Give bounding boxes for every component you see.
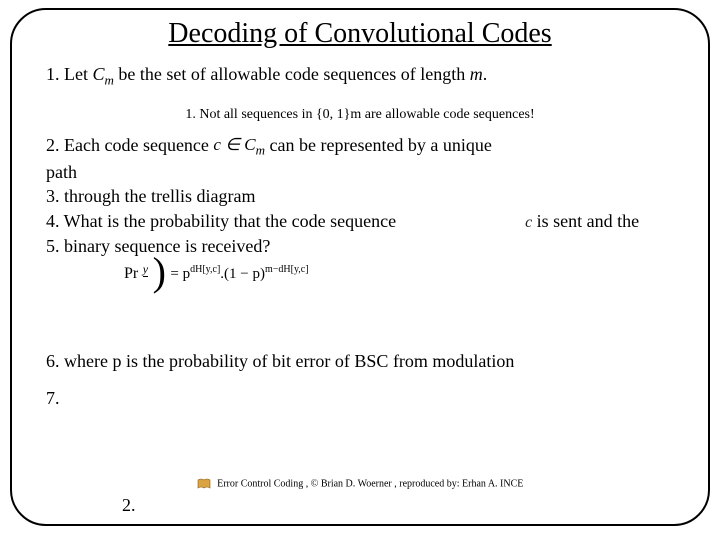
- footer-reproduced: reproduced by: Erhan A. INCE: [399, 478, 523, 489]
- p1-Cm-m: m: [105, 73, 114, 88]
- p1-m-end: m: [470, 64, 483, 84]
- p4-post: is sent and the: [537, 211, 639, 231]
- formula-exp1: dH[y,c]: [190, 264, 220, 275]
- p2-post: can be represented by a unique: [270, 135, 492, 155]
- trailing-number-2: 2.: [122, 495, 136, 516]
- p2-pre: 2. Each code sequence: [46, 135, 213, 155]
- point-4-line: 4. What is the probability that the code…: [46, 209, 680, 234]
- point-6: 6. where p is the probability of bit err…: [46, 351, 680, 372]
- formula-rest: .(1 − p): [220, 266, 265, 282]
- p4-pre: 4. What is the probability that the code…: [46, 211, 401, 231]
- formula-eq: = p: [170, 266, 190, 282]
- p1-post: be the set of allowable code sequences o…: [114, 64, 470, 84]
- p1-Cm-C: C: [93, 64, 105, 84]
- probability-formula: Pr y ) = pdH[y,c].(1 − p)m−dH[y,c]: [46, 261, 680, 317]
- symbol-c-in-Cm: c ∈ Cm: [213, 133, 265, 159]
- point-1: 1. Let Cm be the set of allowable code s…: [46, 64, 680, 89]
- body-block: 2. Each code sequence c ∈ Cm can be repr…: [46, 133, 680, 318]
- big-paren-icon: ): [153, 255, 166, 289]
- formula-pr: Pr: [124, 265, 138, 282]
- sub-point-1: 1. Not all sequences in {0, 1}m are allo…: [40, 107, 680, 123]
- point-5: 5. binary sequence is received?: [46, 234, 680, 259]
- slide-frame: Decoding of Convolutional Codes 1. Let C…: [10, 8, 710, 526]
- p1-dot: .: [483, 64, 488, 84]
- footer-author: © Brian D. Woerner: [311, 478, 392, 489]
- point-7: 7.: [46, 388, 680, 409]
- footer: Error Control Coding , © Brian D. Woerne…: [12, 478, 708, 490]
- formula-exp2: m−dH[y,c]: [265, 264, 309, 275]
- page-title: Decoding of Convolutional Codes: [40, 18, 680, 50]
- formula-frac-yc: y: [143, 263, 148, 290]
- book-icon: [197, 478, 211, 490]
- point-3: 3. through the trellis diagram: [46, 184, 680, 209]
- p2-path: path: [46, 160, 680, 185]
- footer-course: Error Control Coding: [217, 478, 303, 489]
- point-2-line: 2. Each code sequence c ∈ Cm can be repr…: [46, 133, 680, 160]
- symbol-c: c: [525, 214, 532, 231]
- p1-pre: 1. Let: [46, 64, 93, 84]
